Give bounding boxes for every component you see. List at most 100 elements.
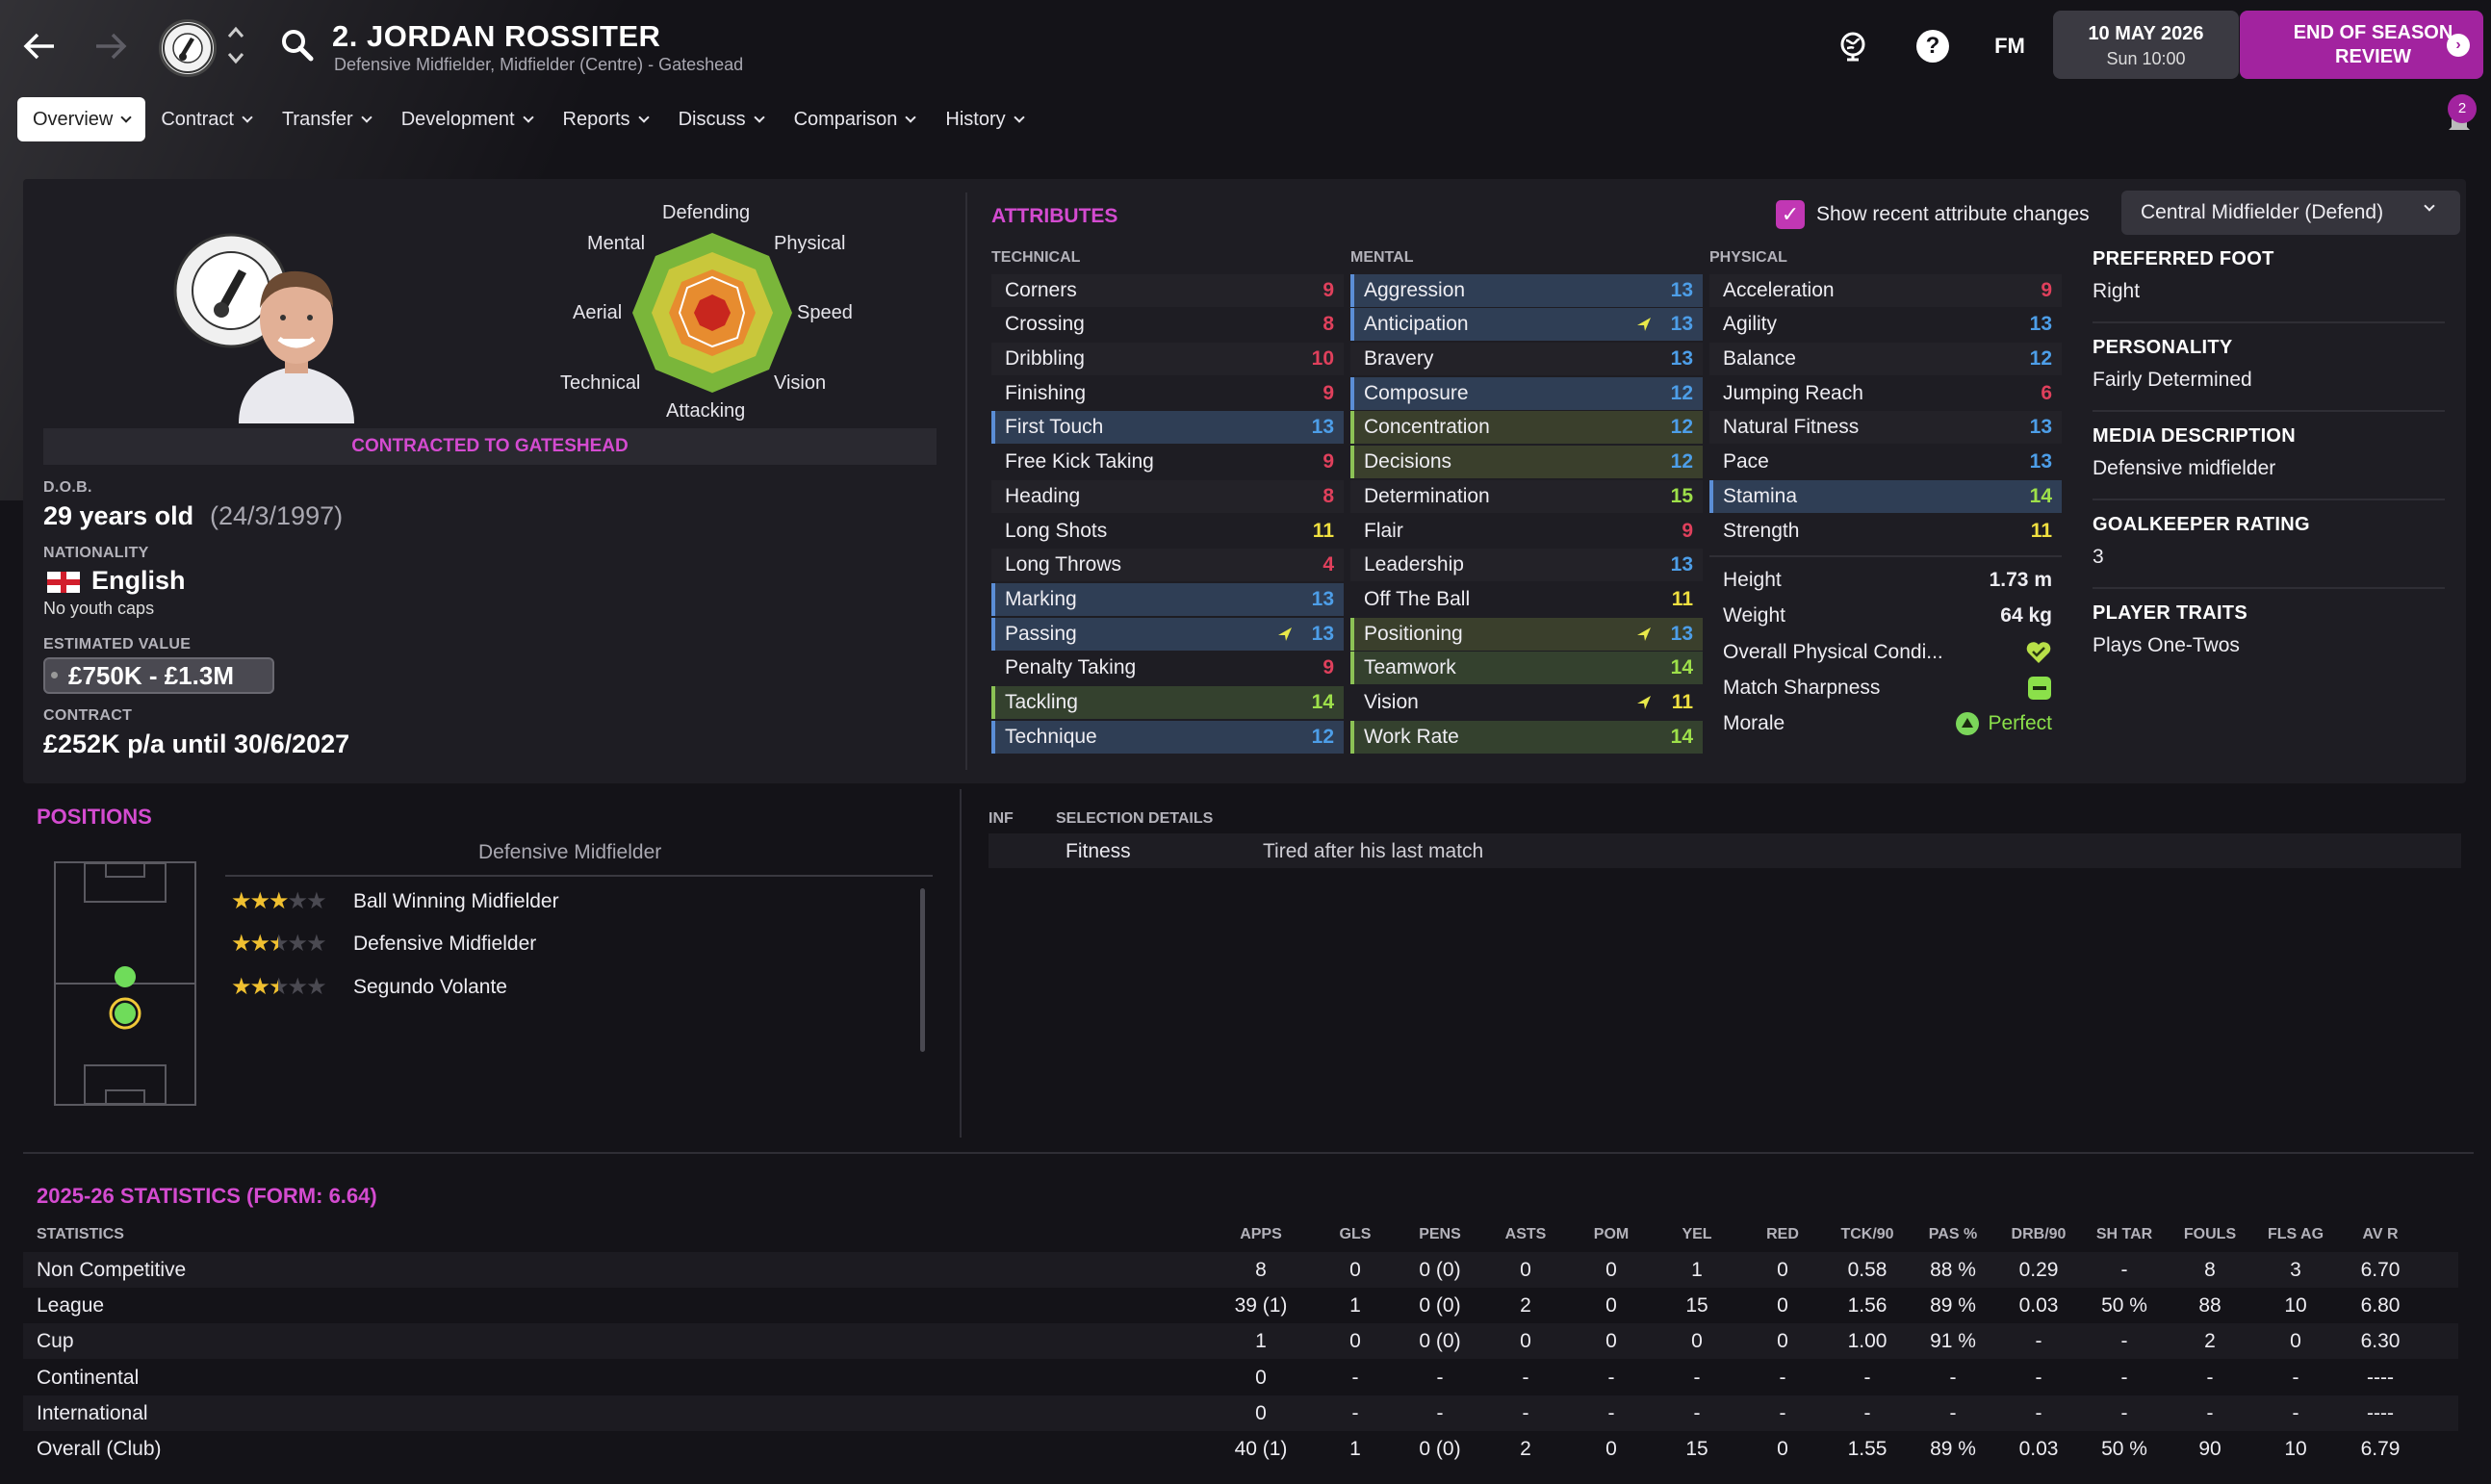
stats-table-row[interactable]: Continental 0- - - - - - - - - - - - ---- bbox=[23, 1360, 2458, 1395]
stats-col-header[interactable]: RED bbox=[1744, 1226, 1821, 1243]
tab-overview[interactable]: Overview bbox=[17, 97, 146, 141]
morale-row[interactable]: Morale Perfect bbox=[1709, 707, 2062, 740]
attr-row-pace[interactable]: Pace 13 bbox=[1709, 446, 2062, 478]
stats-col-header[interactable]: DRB/90 bbox=[2000, 1226, 2077, 1243]
show-changes-label[interactable]: Show recent attribute changes bbox=[1816, 203, 2090, 226]
attr-row-long-shots[interactable]: Long Shots 11 bbox=[991, 515, 1344, 548]
attr-row-work-rate[interactable]: Work Rate 14 bbox=[1350, 721, 1703, 754]
attr-row-anticipation[interactable]: Anticipation 13 bbox=[1350, 308, 1703, 341]
attr-row-positioning[interactable]: Positioning 13 bbox=[1350, 618, 1703, 651]
attr-row-free-kick-taking[interactable]: Free Kick Taking 9 bbox=[991, 446, 1344, 478]
attr-row-finishing[interactable]: Finishing 9 bbox=[991, 377, 1344, 410]
attr-row-concentration[interactable]: Concentration 12 bbox=[1350, 411, 1703, 444]
world-icon[interactable] bbox=[1834, 27, 1872, 65]
stats-table-row[interactable]: Cup 1 0 0 (0) 0 0 0 0 1.00 91 % - - 2 0 6.30 bbox=[23, 1323, 2458, 1360]
role-dropdown[interactable]: Central Midfielder (Defend) bbox=[2121, 191, 2460, 235]
attr-value: 14 bbox=[1670, 726, 1693, 748]
stats-col-header[interactable]: FOULS bbox=[2171, 1226, 2248, 1243]
stats-cell: 0 bbox=[1777, 1294, 1788, 1318]
attr-row-acceleration[interactable]: Acceleration 9 bbox=[1709, 274, 2062, 307]
nationality-value[interactable]: English bbox=[91, 566, 186, 596]
attr-row-bravery[interactable]: Bravery 13 bbox=[1350, 343, 1703, 375]
attr-row-heading[interactable]: Heading 8 bbox=[991, 480, 1344, 513]
stats-table-row[interactable]: Overall (Club) 40 (1) 1 0 (0) 2 0 15 0 1.55 89 % 0… bbox=[23, 1431, 2458, 1467]
sharpness-row[interactable]: Match Sharpness bbox=[1709, 672, 2062, 704]
condition-row[interactable]: Overall Physical Condi... bbox=[1709, 636, 2062, 669]
club-crest-icon[interactable] bbox=[159, 19, 217, 77]
attr-row-determination[interactable]: Determination 15 bbox=[1350, 480, 1703, 513]
stats-table-row[interactable]: International 0- - - - - - - - - - - - ---- bbox=[23, 1394, 2458, 1431]
stats-col-header[interactable]: FLS AG bbox=[2257, 1226, 2334, 1243]
tab-contract[interactable]: Contract bbox=[145, 97, 267, 141]
attr-row-penalty-taking[interactable]: Penalty Taking 9 bbox=[991, 652, 1344, 684]
stats-col-header[interactable]: AV R bbox=[2342, 1226, 2419, 1243]
attr-name: Passing bbox=[1005, 623, 1077, 645]
role-ball-winning-midfielder[interactable]: Ball Winning Midfielder bbox=[353, 890, 559, 913]
tab-comparison[interactable]: Comparison bbox=[779, 97, 931, 141]
end-of-season-review-button[interactable]: END OF SEASON REVIEW › bbox=[2240, 11, 2483, 79]
stats-col-header[interactable]: PAS % bbox=[1914, 1226, 1991, 1243]
stats-col-header[interactable]: ASTS bbox=[1487, 1226, 1564, 1243]
stats-table-row[interactable]: League 39 (1) 1 0 (0) 2 0 15 0 1.56 89 % 0.03 50 % 8… bbox=[23, 1288, 2458, 1323]
stats-col-header[interactable]: GLS bbox=[1317, 1226, 1394, 1243]
attr-row-first-touch[interactable]: First Touch 13 bbox=[991, 411, 1344, 444]
fm-menu-button[interactable]: FM bbox=[1990, 27, 2029, 65]
stats-col-header[interactable]: APPS bbox=[1222, 1226, 1299, 1243]
attr-value: 12 bbox=[1670, 450, 1693, 473]
attr-row-long-throws[interactable]: Long Throws 4 bbox=[991, 549, 1344, 581]
attr-row-dribbling[interactable]: Dribbling 10 bbox=[991, 343, 1344, 375]
roles-scrollbar[interactable] bbox=[920, 888, 925, 1052]
attr-row-aggression[interactable]: Aggression 13 bbox=[1350, 274, 1703, 307]
attr-name: Composure bbox=[1364, 382, 1469, 404]
stats-cell: 6.30 bbox=[2360, 1330, 2401, 1353]
attr-row-corners[interactable]: Corners 9 bbox=[991, 274, 1344, 307]
tab-transfer[interactable]: Transfer bbox=[267, 97, 386, 141]
attr-row-vision[interactable]: Vision 11 bbox=[1350, 686, 1703, 719]
forward-button[interactable] bbox=[87, 17, 135, 75]
tab-label: Development bbox=[400, 108, 515, 130]
tab-history[interactable]: History bbox=[930, 97, 1038, 141]
stats-col-header[interactable]: TCK/90 bbox=[1829, 1226, 1906, 1243]
attr-row-composure[interactable]: Composure 12 bbox=[1350, 377, 1703, 410]
tab-development[interactable]: Development bbox=[386, 97, 548, 141]
stats-cell: 0 bbox=[1605, 1294, 1617, 1318]
game-date[interactable]: 10 MAY 2026 Sun 10:00 bbox=[2053, 11, 2239, 79]
player-switch-arrows[interactable] bbox=[224, 23, 247, 71]
attr-row-teamwork[interactable]: Teamwork 14 bbox=[1350, 652, 1703, 684]
stats-cell: 0 bbox=[1777, 1259, 1788, 1281]
attr-row-agility[interactable]: Agility 13 bbox=[1709, 308, 2062, 341]
attr-row-decisions[interactable]: Decisions 12 bbox=[1350, 446, 1703, 478]
stats-col-header[interactable]: SH TAR bbox=[2086, 1226, 2163, 1243]
attr-name: Acceleration bbox=[1723, 279, 1835, 301]
attr-row-crossing[interactable]: Crossing 8 bbox=[991, 308, 1344, 341]
tab-discuss[interactable]: Discuss bbox=[663, 97, 779, 141]
player-traits-value[interactable]: Plays One-Twos bbox=[2093, 634, 2240, 657]
stats-col-header[interactable]: YEL bbox=[1658, 1226, 1735, 1243]
role-defensive-midfielder[interactable]: Defensive Midfielder bbox=[353, 933, 536, 956]
selection-row[interactable]: Fitness Tired after his last match bbox=[989, 833, 2461, 868]
stats-col-header[interactable]: POM bbox=[1573, 1226, 1650, 1243]
attr-row-stamina[interactable]: Stamina 14 bbox=[1709, 480, 2062, 513]
attr-row-balance[interactable]: Balance 12 bbox=[1709, 343, 2062, 375]
stats-table-row[interactable]: Non Competitive 8 0 0 (0) 0 0 1 0 0.58 88 % 0.29 - 8… bbox=[23, 1252, 2458, 1288]
stats-col-header[interactable]: PENS bbox=[1401, 1226, 1478, 1243]
attr-row-tackling[interactable]: Tackling 14 bbox=[991, 686, 1344, 719]
estimated-value[interactable]: £750K - £1.3M bbox=[43, 657, 274, 694]
attr-row-natural-fitness[interactable]: Natural Fitness 13 bbox=[1709, 411, 2062, 444]
attr-row-passing[interactable]: Passing 13 bbox=[991, 618, 1344, 651]
search-icon[interactable] bbox=[279, 27, 318, 65]
help-button[interactable]: ? bbox=[1913, 27, 1952, 65]
attr-row-flair[interactable]: Flair 9 bbox=[1350, 515, 1703, 548]
attr-row-leadership[interactable]: Leadership 13 bbox=[1350, 549, 1703, 581]
attr-row-jumping-reach[interactable]: Jumping Reach 6 bbox=[1709, 377, 2062, 410]
tab-label: Transfer bbox=[281, 108, 353, 130]
weight-label: Weight bbox=[1723, 604, 1785, 627]
tab-reports[interactable]: Reports bbox=[548, 97, 663, 141]
role-segundo-volante[interactable]: Segundo Volante bbox=[353, 976, 507, 999]
attr-row-strength[interactable]: Strength 11 bbox=[1709, 515, 2062, 548]
attr-row-marking[interactable]: Marking 13 bbox=[991, 583, 1344, 616]
attr-row-technique[interactable]: Technique 12 bbox=[991, 721, 1344, 754]
show-changes-checkbox[interactable]: ✓ bbox=[1776, 200, 1805, 229]
attr-row-off-the-ball[interactable]: Off The Ball 11 bbox=[1350, 583, 1703, 616]
back-button[interactable] bbox=[15, 17, 64, 75]
